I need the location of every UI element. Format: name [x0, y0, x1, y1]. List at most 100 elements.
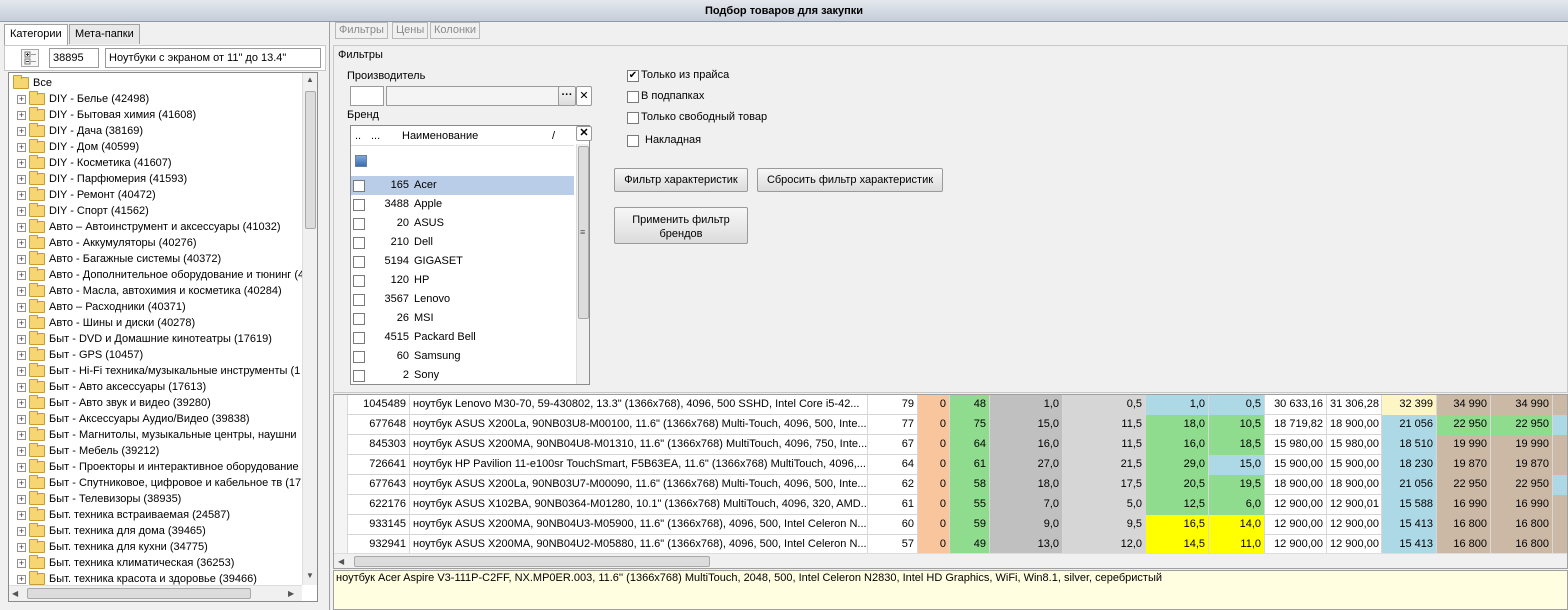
row-indicator[interactable]: [334, 515, 348, 535]
expand-plus-icon[interactable]: +: [17, 303, 26, 312]
table-cell[interactable]: 14,0: [1209, 515, 1265, 535]
option-label[interactable]: В подпапках: [641, 90, 704, 102]
table-cell[interactable]: 15 588: [1382, 495, 1437, 515]
table-cell[interactable]: 10,5: [1209, 415, 1265, 435]
table-cell[interactable]: 932941: [348, 535, 410, 555]
row-indicator[interactable]: [334, 435, 348, 455]
brand-row[interactable]: 3567 Lenovo: [351, 290, 574, 309]
brand-row[interactable]: 60 Samsung: [351, 347, 574, 366]
table-cell[interactable]: 0: [918, 395, 950, 415]
expand-plus-icon[interactable]: +: [17, 543, 26, 552]
brand-checkbox[interactable]: [353, 180, 365, 192]
table-row[interactable]: 677648 ноутбук ASUS X200La, 90NB03U8-M001…: [334, 415, 1567, 435]
expand-plus-icon[interactable]: +: [17, 479, 26, 488]
brand-vscrollbar[interactable]: ≡: [576, 144, 589, 384]
table-cell[interactable]: 16,0: [990, 435, 1063, 455]
table-cell[interactable]: 61: [868, 495, 918, 515]
scroll-up-icon[interactable]: ▲: [306, 75, 314, 84]
table-cell[interactable]: 11,5: [1063, 435, 1146, 455]
tab-meta-folders[interactable]: Мета-папки: [69, 24, 140, 44]
category-name-field[interactable]: Ноутбуки с экраном от 11" до 13.4": [105, 48, 321, 68]
table-cell[interactable]: 55: [950, 495, 990, 515]
expand-plus-icon[interactable]: +: [17, 447, 26, 456]
table-cell[interactable]: 15 900,00: [1265, 455, 1327, 475]
tree-vscroll-thumb[interactable]: [305, 91, 316, 229]
brand-checkbox[interactable]: [353, 332, 365, 344]
table-cell[interactable]: 1045489: [348, 395, 410, 415]
expand-plus-icon[interactable]: +: [17, 367, 26, 376]
expand-plus-icon[interactable]: +: [17, 159, 26, 168]
table-cell[interactable]: 12 900,00: [1265, 495, 1327, 515]
expand-plus-icon[interactable]: +: [17, 223, 26, 232]
row-indicator[interactable]: [334, 475, 348, 495]
table-cell[interactable]: 62: [868, 475, 918, 495]
table-cell[interactable]: 21 056: [1382, 475, 1437, 495]
tree-hscrollbar[interactable]: ◀ ▶: [9, 585, 302, 601]
table-row[interactable]: 933145 ноутбук ASUS X200MA, 90NB04U3-M059…: [334, 515, 1567, 535]
brand-list[interactable]: .. ... Наименование / 165 Acer 3488 Apple 20…: [350, 125, 590, 385]
brand-row[interactable]: 20 ASUS: [351, 214, 574, 233]
table-cell[interactable]: 15 980,00: [1265, 435, 1327, 455]
table-cell[interactable]: 19 990: [1491, 435, 1553, 455]
grid-hscroll-thumb[interactable]: [354, 556, 710, 567]
category-tree[interactable]: Все + DIY - Белье (42498) + DIY - Бытовая х…: [8, 72, 318, 602]
table-cell[interactable]: 12 900,00: [1265, 535, 1327, 555]
expand-plus-icon[interactable]: +: [17, 415, 26, 424]
table-cell[interactable]: 19,5: [1209, 475, 1265, 495]
expand-plus-icon[interactable]: +: [17, 111, 26, 120]
table-cell[interactable]: 11,5: [1063, 415, 1146, 435]
brand-checkbox[interactable]: [353, 218, 365, 230]
table-cell[interactable]: 34 990: [1491, 395, 1553, 415]
table-cell[interactable]: 21 056: [1382, 415, 1437, 435]
table-cell[interactable]: 16 990: [1491, 495, 1553, 515]
row-indicator[interactable]: [334, 535, 348, 555]
table-cell[interactable]: 9,5: [1063, 515, 1146, 535]
scroll-left-icon[interactable]: ◀: [338, 557, 344, 566]
brand-row[interactable]: 210 Dell: [351, 233, 574, 252]
brand-row[interactable]: 120 HP: [351, 271, 574, 290]
table-cell[interactable]: 622176: [348, 495, 410, 515]
table-cell[interactable]: 12 900,00: [1327, 535, 1382, 555]
table-cell[interactable]: 79: [868, 395, 918, 415]
grid-hscrollbar[interactable]: ◀: [334, 553, 1567, 568]
tab-prices[interactable]: Цены: [392, 22, 429, 39]
table-cell[interactable]: ноутбук ASUS X102BA, 90NB0364-M01280, 10…: [410, 495, 868, 515]
expand-plus-icon[interactable]: +: [17, 431, 26, 440]
apply-brand-filter-button[interactable]: Применить фильтр брендов: [614, 207, 748, 244]
table-cell[interactable]: 18 230: [1382, 455, 1437, 475]
brand-checkbox[interactable]: [353, 199, 365, 211]
brand-checkbox[interactable]: [353, 313, 365, 325]
brand-name-header[interactable]: Наименование: [402, 130, 478, 142]
table-cell[interactable]: 11,0: [1209, 535, 1265, 555]
table-cell[interactable]: 27,0: [990, 455, 1063, 475]
table-cell[interactable]: 21,5: [1063, 455, 1146, 475]
table-cell[interactable]: 7,0: [990, 495, 1063, 515]
brand-checkbox[interactable]: [353, 294, 365, 306]
table-row[interactable]: 677643 ноутбук ASUS X200La, 90NB03U7-M000…: [334, 475, 1567, 495]
table-cell[interactable]: ноутбук ASUS X200MA, 90NB04U3-M05900, 11…: [410, 515, 868, 535]
table-cell[interactable]: 49: [950, 535, 990, 555]
expand-plus-icon[interactable]: +: [17, 175, 26, 184]
brand-checkbox[interactable]: [353, 237, 365, 249]
expand-plus-icon[interactable]: +: [17, 95, 26, 104]
table-cell[interactable]: 17,5: [1063, 475, 1146, 495]
expand-plus-icon[interactable]: +: [17, 495, 26, 504]
table-cell[interactable]: 18 900,00: [1327, 475, 1382, 495]
expand-plus-icon[interactable]: +: [17, 207, 26, 216]
manufacturer-code-input[interactable]: [350, 86, 384, 106]
table-cell[interactable]: 18,0: [1146, 415, 1209, 435]
brand-row[interactable]: 2 Sony: [351, 366, 574, 384]
table-cell[interactable]: 64: [868, 455, 918, 475]
option-label[interactable]: Только из прайса: [641, 69, 729, 81]
table-cell[interactable]: 15,0: [990, 415, 1063, 435]
brand-row[interactable]: 5194 GIGASET: [351, 252, 574, 271]
expand-plus-icon[interactable]: +: [17, 255, 26, 264]
brand-checkbox[interactable]: [353, 351, 365, 363]
table-cell[interactable]: 15 980,00: [1327, 435, 1382, 455]
tree-vscrollbar[interactable]: ▲ ▼: [302, 73, 317, 585]
table-row[interactable]: 1045489 ноутбук Lenovo M30-70, 59-430802,…: [334, 395, 1567, 415]
table-cell[interactable]: 12 900,01: [1327, 495, 1382, 515]
table-cell[interactable]: 18,5: [1209, 435, 1265, 455]
table-cell[interactable]: 9,0: [990, 515, 1063, 535]
brand-checkbox[interactable]: [353, 275, 365, 287]
